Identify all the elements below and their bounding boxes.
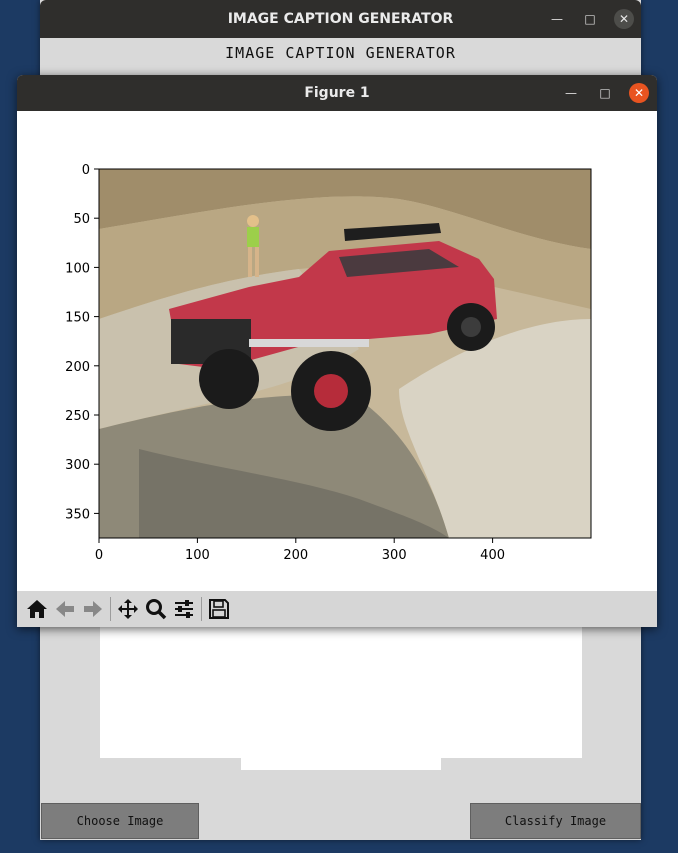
x-tick-label: 0 <box>95 548 103 563</box>
back-icon <box>56 601 74 617</box>
x-axis: 0 100 200 300 400 <box>95 538 505 563</box>
x-tick-label: 400 <box>480 548 505 563</box>
back-button[interactable] <box>51 595 79 623</box>
configure-button[interactable] <box>170 595 198 623</box>
pan-button[interactable] <box>114 595 142 623</box>
save-icon <box>209 599 229 619</box>
choose-image-button[interactable]: Choose Image <box>41 803 199 839</box>
y-tick-label: 200 <box>65 360 90 375</box>
classify-image-button[interactable]: Classify Image <box>470 803 641 839</box>
y-tick-label: 50 <box>73 212 90 227</box>
figure-close-icon: ✕ <box>629 83 649 103</box>
pan-icon <box>118 599 138 619</box>
figure-minimize-icon[interactable]: — <box>559 75 583 111</box>
window-title: IMAGE CAPTION GENERATOR <box>227 11 454 27</box>
figure-toolbar <box>17 591 657 627</box>
configure-icon <box>175 600 193 618</box>
zoom-button[interactable] <box>142 595 170 623</box>
figure-window: Figure 1 — □ ✕ 0 100 200 300 400 0 50 10… <box>17 75 657 627</box>
toolbar-separator <box>110 597 111 621</box>
x-tick-label: 100 <box>185 548 210 563</box>
image-preview-tab <box>241 758 441 770</box>
minimize-icon[interactable]: — <box>545 0 569 38</box>
y-tick-label: 300 <box>65 458 90 473</box>
figure-canvas[interactable]: 0 100 200 300 400 0 50 100 150 200 250 300 350 <box>17 111 657 591</box>
image-preview-area <box>100 626 582 758</box>
app-header-label: IMAGE CAPTION GENERATOR <box>225 44 456 62</box>
zoom-icon <box>146 599 167 620</box>
y-tick-label: 150 <box>65 311 90 326</box>
x-tick-label: 300 <box>382 548 407 563</box>
close-icon: ✕ <box>614 9 634 29</box>
y-tick-label: 0 <box>82 163 90 178</box>
figure-title: Figure 1 <box>304 85 370 101</box>
save-button[interactable] <box>205 595 233 623</box>
toolbar-separator <box>201 597 202 621</box>
figure-close-button[interactable]: ✕ <box>627 75 651 111</box>
y-tick-label: 350 <box>65 507 90 522</box>
image-axes: 0 100 200 300 400 0 50 100 150 200 250 300 350 <box>65 163 592 563</box>
maximize-icon[interactable]: □ <box>578 0 602 38</box>
y-tick-label: 100 <box>65 261 90 276</box>
y-tick-label: 250 <box>65 409 90 424</box>
displayed-photo <box>99 169 591 538</box>
home-button[interactable] <box>23 595 51 623</box>
close-button[interactable]: ✕ <box>612 0 636 38</box>
figure-maximize-icon[interactable]: □ <box>593 75 617 111</box>
x-tick-label: 200 <box>283 548 308 563</box>
forward-icon <box>84 601 102 617</box>
forward-button[interactable] <box>79 595 107 623</box>
home-icon <box>27 600 47 618</box>
y-axis: 0 50 100 150 200 250 300 350 <box>65 163 99 522</box>
